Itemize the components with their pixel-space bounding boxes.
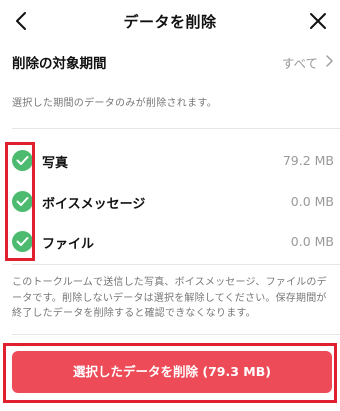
period-note: 選択した期間のデータのみが削除されます。 <box>12 98 217 109</box>
item-size: 79.2 MB <box>282 153 334 168</box>
item-row-voice-messages[interactable]: ボイスメッセージ 0.0 MB <box>0 182 340 222</box>
description-text: このトークルームで送信した写真、ボイスメッセージ、ファイルのデータです。削除しな… <box>12 277 327 319</box>
item-size: 0.0 MB <box>290 194 334 209</box>
close-button[interactable] <box>306 9 330 33</box>
item-size: 0.0 MB <box>290 234 334 249</box>
item-row-photos[interactable]: 写真 79.2 MB <box>0 141 340 181</box>
delete-selected-button[interactable]: 選択したデータを削除 (79.3 MB) <box>12 351 332 393</box>
divider <box>12 334 340 335</box>
item-label: ファイル <box>42 237 95 252</box>
checkbox-highlight <box>5 142 35 261</box>
period-label: 削除の対象期間 <box>12 56 107 72</box>
item-row-files[interactable]: ファイル 0.0 MB <box>0 222 340 262</box>
period-selector[interactable]: 削除の対象期間 すべて <box>0 42 340 80</box>
item-label: ボイスメッセージ <box>42 197 146 212</box>
divider <box>12 128 340 129</box>
item-label: 写真 <box>42 156 69 171</box>
chevron-right-icon <box>326 55 333 67</box>
period-value: すべて <box>281 56 318 71</box>
header: データを削除 <box>0 0 340 42</box>
divider <box>12 264 340 265</box>
close-icon <box>310 13 326 29</box>
page-title: データを削除 <box>123 13 217 31</box>
